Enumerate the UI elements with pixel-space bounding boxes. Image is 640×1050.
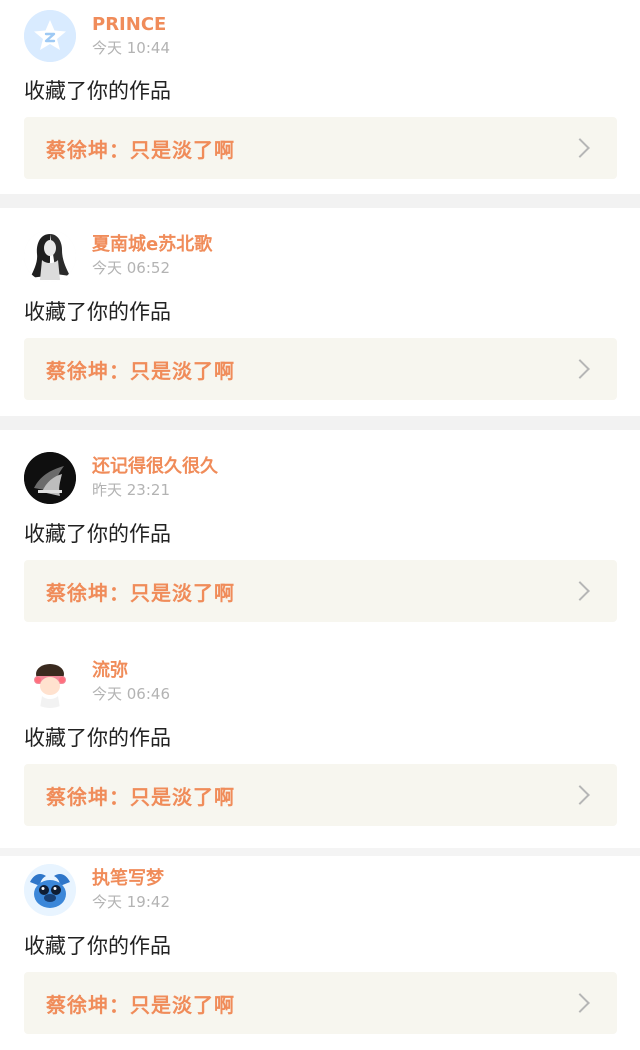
username[interactable]: PRINCE xyxy=(92,14,170,36)
work-title: 蔡徐坤：只是淡了啊 xyxy=(46,784,235,809)
activity-feed: PRINCE 今天 10:44 收藏了你的作品 蔡徐坤：只是淡了啊 夏南城e苏北… xyxy=(0,0,640,1050)
avatar[interactable] xyxy=(24,864,76,916)
feed-item: 执笔写梦 今天 19:42 收藏了你的作品 蔡徐坤：只是淡了啊 xyxy=(0,856,640,1050)
avatar[interactable] xyxy=(24,656,76,708)
username[interactable]: 流弥 xyxy=(92,660,170,682)
feed-item: 还记得很久很久 昨天 23:21 收藏了你的作品 蔡徐坤：只是淡了啊 xyxy=(0,430,640,638)
cartoon-girl-icon xyxy=(24,656,76,708)
work-link[interactable]: 蔡徐坤：只是淡了啊 xyxy=(24,972,617,1034)
separator xyxy=(0,848,640,856)
stitch-character-icon xyxy=(24,864,76,916)
action-text: 收藏了你的作品 xyxy=(24,522,171,546)
timestamp: 今天 19:42 xyxy=(92,893,170,911)
work-title: 蔡徐坤：只是淡了啊 xyxy=(46,137,235,162)
work-title: 蔡徐坤：只是淡了啊 xyxy=(46,992,235,1017)
action-text: 收藏了你的作品 xyxy=(24,300,171,324)
timestamp: 今天 06:52 xyxy=(92,259,170,277)
feed-item-header: 执笔写梦 今天 19:42 xyxy=(24,864,170,916)
user-meta: 夏南城e苏北歌 今天 06:52 xyxy=(92,230,212,282)
timestamp: 昨天 23:21 xyxy=(92,481,170,499)
user-meta: 还记得很久很久 昨天 23:21 xyxy=(92,452,218,504)
feed-item: 夏南城e苏北歌 今天 06:52 收藏了你的作品 蔡徐坤：只是淡了啊 xyxy=(0,208,640,416)
avatar[interactable] xyxy=(24,230,76,282)
work-title: 蔡徐坤：只是淡了啊 xyxy=(46,580,235,605)
dark-couple-icon xyxy=(24,452,76,504)
avatar[interactable] xyxy=(24,452,76,504)
qzone-star-icon xyxy=(24,10,76,62)
user-meta: 流弥 今天 06:46 xyxy=(92,656,170,708)
action-text: 收藏了你的作品 xyxy=(24,726,171,750)
user-meta: PRINCE 今天 10:44 xyxy=(92,10,170,62)
work-link[interactable]: 蔡徐坤：只是淡了啊 xyxy=(24,338,617,400)
timestamp: 今天 10:44 xyxy=(92,39,170,57)
work-link[interactable]: 蔡徐坤：只是淡了啊 xyxy=(24,117,617,179)
avatar[interactable] xyxy=(24,10,76,62)
work-link[interactable]: 蔡徐坤：只是淡了啊 xyxy=(24,560,617,622)
chevron-right-icon xyxy=(570,138,590,158)
chevron-right-icon xyxy=(570,581,590,601)
chevron-right-icon xyxy=(570,359,590,379)
feed-item-header: 流弥 今天 06:46 xyxy=(24,656,170,708)
separator xyxy=(0,194,640,208)
chevron-right-icon xyxy=(570,993,590,1013)
feed-item-header: 夏南城e苏北歌 今天 06:52 xyxy=(24,230,212,282)
work-link[interactable]: 蔡徐坤：只是淡了啊 xyxy=(24,764,617,826)
feed-item-header: 还记得很久很久 昨天 23:21 xyxy=(24,452,218,504)
timestamp: 今天 06:46 xyxy=(92,685,170,703)
chevron-right-icon xyxy=(570,785,590,805)
separator xyxy=(0,416,640,430)
action-text: 收藏了你的作品 xyxy=(24,79,171,103)
feed-item: PRINCE 今天 10:44 收藏了你的作品 蔡徐坤：只是淡了啊 xyxy=(0,0,640,194)
work-title: 蔡徐坤：只是淡了啊 xyxy=(46,358,235,383)
feed-item: 流弥 今天 06:46 收藏了你的作品 蔡徐坤：只是淡了啊 xyxy=(0,638,640,848)
sketch-girl-icon xyxy=(24,230,76,282)
feed-item-header: PRINCE 今天 10:44 xyxy=(24,10,170,62)
user-meta: 执笔写梦 今天 19:42 xyxy=(92,864,170,916)
username[interactable]: 还记得很久很久 xyxy=(92,456,218,478)
username[interactable]: 执笔写梦 xyxy=(92,868,170,890)
username[interactable]: 夏南城e苏北歌 xyxy=(92,234,212,256)
action-text: 收藏了你的作品 xyxy=(24,934,171,958)
